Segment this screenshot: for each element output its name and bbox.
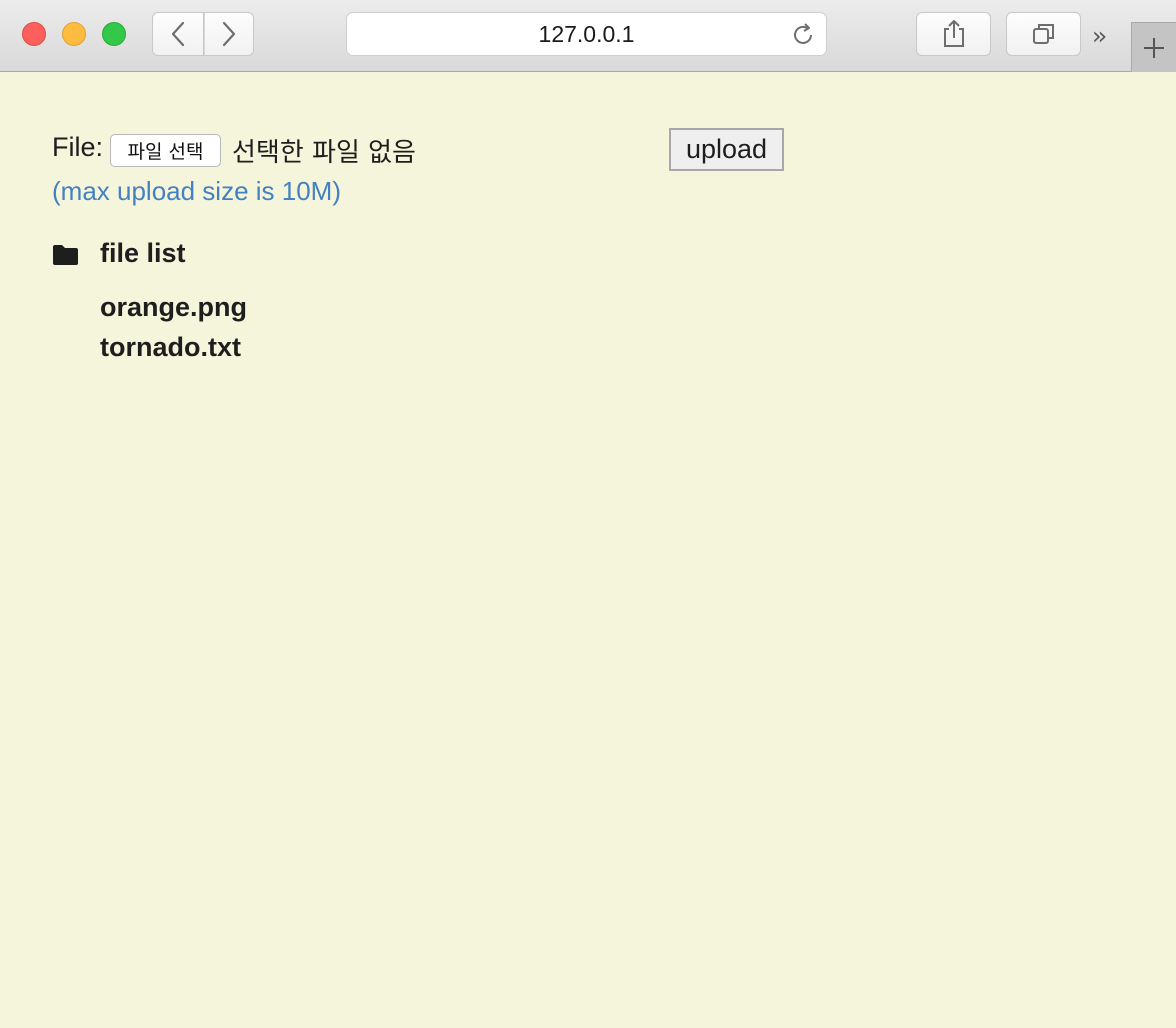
chevron-left-icon (171, 21, 185, 47)
file-list-title: file list (100, 238, 186, 268)
share-button[interactable] (916, 12, 991, 56)
back-button[interactable] (152, 12, 204, 56)
browser-toolbar: 127.0.0.1 ›› (0, 0, 1176, 72)
folder-icon (53, 245, 78, 265)
close-window-button[interactable] (22, 22, 46, 46)
plus-icon (1144, 37, 1164, 58)
choose-file-button[interactable]: 파일 선택 (110, 134, 221, 167)
no-file-selected-text: 선택한 파일 없음 (232, 138, 416, 168)
max-upload-size-note: (max upload size is 10M) (52, 176, 341, 206)
minimize-window-button[interactable] (62, 22, 86, 46)
double-chevron-right-icon[interactable]: ›› (1092, 22, 1107, 50)
file-list: orange.png tornado.txt (100, 290, 247, 370)
url-text: 127.0.0.1 (538, 20, 635, 47)
file-link-orange[interactable]: orange.png (100, 290, 247, 330)
reload-icon[interactable] (790, 22, 816, 48)
chevron-right-icon (222, 21, 236, 47)
file-label: File: (52, 132, 104, 162)
share-icon (943, 20, 964, 47)
upload-button[interactable]: upload (669, 128, 784, 171)
maximize-window-button[interactable] (102, 22, 126, 46)
address-bar[interactable]: 127.0.0.1 (346, 12, 827, 56)
tabs-overview-icon (1032, 24, 1054, 44)
file-link-tornado[interactable]: tornado.txt (100, 330, 247, 370)
new-tab-button[interactable] (1131, 22, 1176, 72)
forward-button[interactable] (204, 12, 254, 56)
tabs-overview-button[interactable] (1006, 12, 1081, 56)
upload-form: File: 파일 선택 선택한 파일 없음 upload (52, 128, 792, 171)
